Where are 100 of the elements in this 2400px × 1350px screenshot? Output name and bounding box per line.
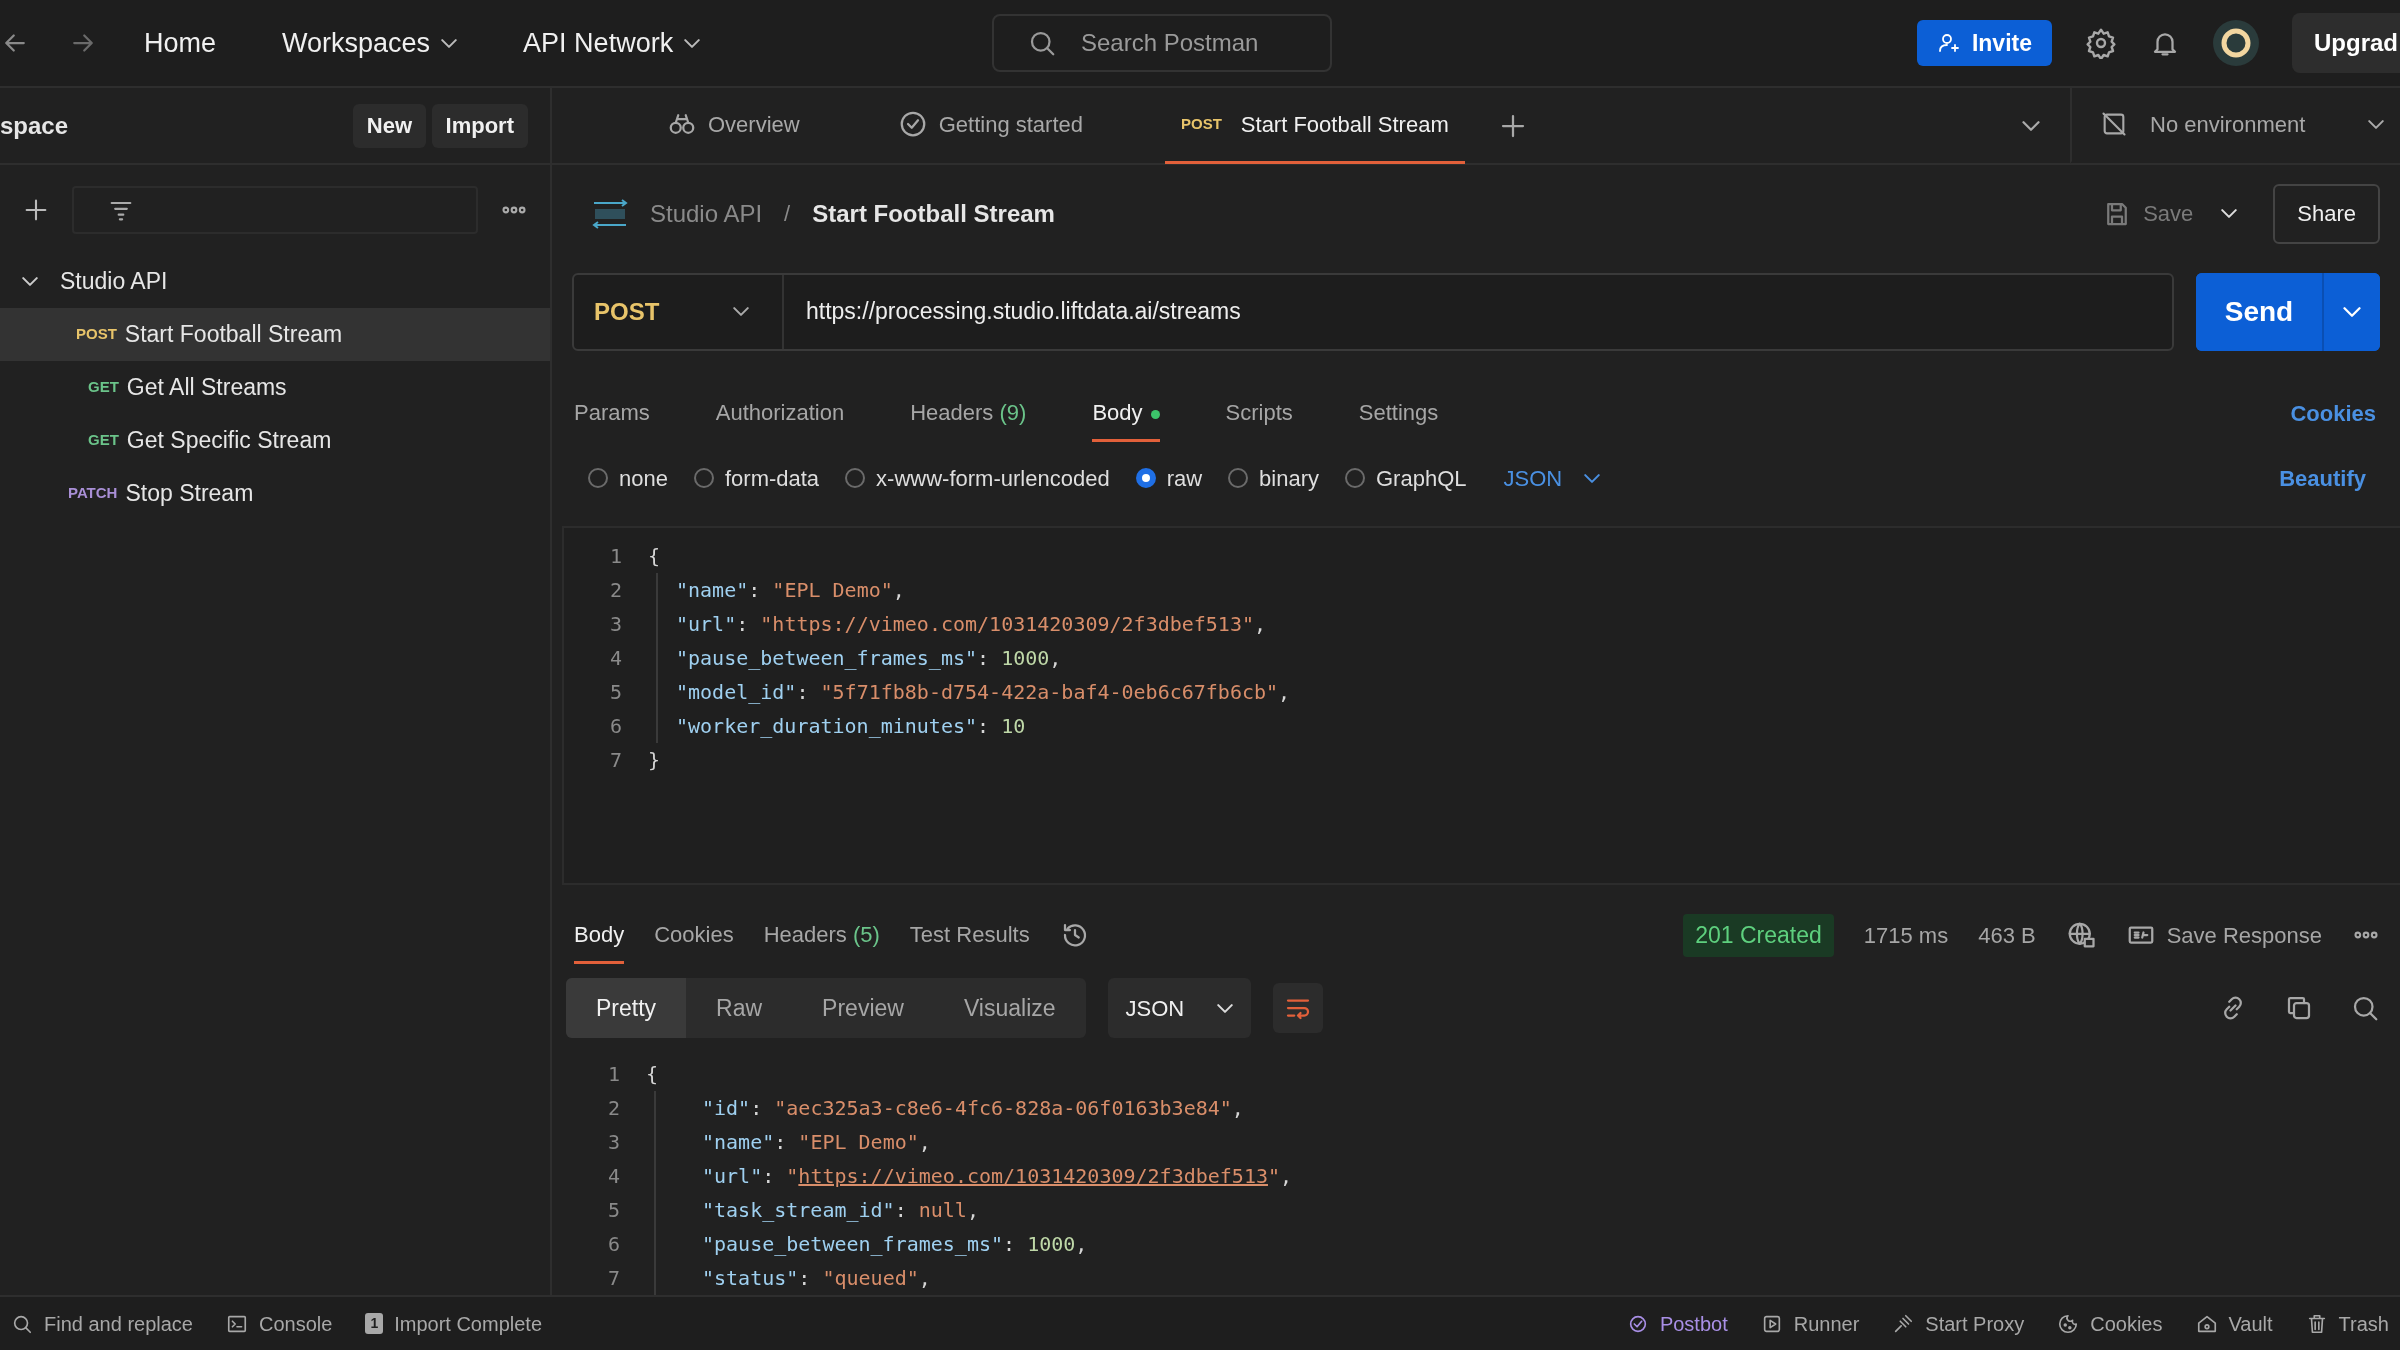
nav-menu[interactable]: API Network xyxy=(523,22,701,64)
line-number: 2 xyxy=(608,577,622,605)
nav-menu[interactable]: Home xyxy=(144,22,217,64)
save-response-button[interactable]: Save Response xyxy=(2125,918,2322,952)
line-number: 7 xyxy=(608,747,622,775)
chevron-icon xyxy=(2343,306,2361,317)
person-add-icon xyxy=(1936,31,1961,55)
avatar[interactable] xyxy=(2213,20,2259,66)
request-tab[interactable]: Params xyxy=(574,396,650,443)
status-bar-item[interactable]: Trash xyxy=(2305,1308,2389,1339)
format-dropdown[interactable]: JSON xyxy=(1107,978,1252,1039)
status-bar-item[interactable]: Find and replace xyxy=(11,1308,193,1339)
nav-menu[interactable]: Workspaces xyxy=(282,22,458,64)
breadcrumb-separator: / xyxy=(784,200,791,229)
request-tab[interactable]: Settings xyxy=(1358,396,1439,443)
radio-label: form-data xyxy=(724,464,820,493)
tab[interactable]: POST Start Football Stream xyxy=(1165,87,1465,164)
response-tab[interactable]: Cookies xyxy=(654,918,734,965)
code-line: "url": "https://vimeo.com/1031420309/2f3dbef513", xyxy=(676,611,1267,639)
breadcrumb-link[interactable]: Studio API xyxy=(650,195,763,232)
upgrade-button[interactable]: Upgrad xyxy=(2292,13,2400,73)
status-bar-item[interactable]: Cookies xyxy=(2057,1308,2163,1339)
code-line: "name": "EPL Demo", xyxy=(676,577,905,605)
request-bar[interactable]: POST https://processing.studio.liftdata.ai/streams xyxy=(572,272,2174,351)
filter-field[interactable] xyxy=(72,186,478,234)
response-size: 463 B xyxy=(1978,921,2036,950)
radio-button[interactable] xyxy=(845,468,866,489)
line-number: 3 xyxy=(608,611,622,639)
code-line: { xyxy=(648,543,661,571)
method-dropdown[interactable]: POST xyxy=(574,274,784,349)
line-number: 4 xyxy=(606,1163,620,1190)
http-icon xyxy=(592,198,628,229)
line-number: 1 xyxy=(606,1061,620,1088)
code-line: } xyxy=(648,747,661,775)
collection-item[interactable]: Studio API xyxy=(0,255,550,308)
tab[interactable]: Overview xyxy=(651,87,816,164)
radio-button[interactable] xyxy=(1345,468,1365,489)
language-dropdown[interactable]: JSON xyxy=(1503,461,1601,495)
line-number: 6 xyxy=(606,1231,620,1258)
save-button[interactable]: Save xyxy=(2096,196,2200,232)
status-badge: 201 Created xyxy=(1683,914,1834,957)
status-bar-item[interactable]: Start Proxy xyxy=(1892,1308,2025,1339)
invite-button[interactable]: Invite xyxy=(1916,20,2052,66)
view-tab[interactable]: Preview xyxy=(792,978,934,1039)
code-line: "model_id": "5f71fb8b-d754-422a-baf4-0eb6c67fb6cb", xyxy=(676,679,1291,707)
status-bar-item[interactable]: Postbot xyxy=(1626,1308,1728,1339)
search-field[interactable]: Search Postman xyxy=(992,14,1332,72)
save-menu-icon[interactable] xyxy=(2221,209,2238,219)
response-tab[interactable]: Headers (5) xyxy=(763,918,880,965)
status-bar-item[interactable]: Runner xyxy=(1760,1308,1860,1339)
code-line: "worker_duration_minutes": 10 xyxy=(676,713,1026,741)
tabs-menu-icon[interactable] xyxy=(2022,120,2040,131)
request-tab[interactable]: Authorization xyxy=(715,396,845,443)
request-tab[interactable]: Body xyxy=(1092,396,1160,443)
search-input[interactable]: Search Postman xyxy=(1079,24,1319,62)
tab[interactable]: Getting started xyxy=(881,87,1099,164)
radio-button[interactable] xyxy=(588,468,608,489)
code-line: "pause_between_frames_ms": 1000, xyxy=(702,1231,1088,1258)
wrap-lines-button[interactable] xyxy=(1273,983,1324,1034)
radio-label: GraphQL xyxy=(1376,464,1467,493)
code-line: { xyxy=(646,1061,659,1088)
response-time: 1715 ms xyxy=(1863,921,1949,950)
settings-icon[interactable] xyxy=(2085,27,2117,59)
line-number: 5 xyxy=(608,679,622,707)
radio-button[interactable] xyxy=(1228,468,1249,489)
request-item[interactable]: PATCH Stop Stream xyxy=(0,467,550,520)
status-bar-item[interactable]: Vault xyxy=(2195,1308,2273,1339)
chevron-icon xyxy=(2368,119,2384,129)
status-bar-item[interactable]: Console xyxy=(226,1308,333,1339)
request-tab[interactable]: Headers (9) xyxy=(910,396,1027,443)
cookies-link[interactable]: Cookies xyxy=(2290,397,2376,431)
line-number: 3 xyxy=(606,1129,620,1156)
code-line: "status": "queued", xyxy=(702,1265,931,1292)
request-tab[interactable]: Scripts xyxy=(1225,396,1293,443)
request-item[interactable]: GET Get Specific Stream xyxy=(0,414,550,467)
response-tab[interactable]: Body xyxy=(574,918,625,965)
environment-selector[interactable]: No environment xyxy=(2070,87,2400,164)
radio-label: none xyxy=(619,464,668,493)
line-number: 6 xyxy=(608,713,622,741)
new-button[interactable]: New xyxy=(352,103,427,148)
status-bar-item[interactable]: 1 Import Complete xyxy=(365,1308,542,1339)
view-tab[interactable]: Raw xyxy=(686,978,793,1039)
count-badge: 1 xyxy=(365,1313,384,1334)
radio-label: binary xyxy=(1259,464,1319,493)
workspace-title: space xyxy=(0,110,69,141)
response-tab[interactable]: Test Results xyxy=(909,918,1030,965)
code-line: "url": "https://vimeo.com/1031420309/2f3dbef513", xyxy=(702,1163,1293,1190)
beautify-link[interactable]: Beautify xyxy=(2279,461,2366,495)
view-tab[interactable]: Visualize xyxy=(933,978,1086,1039)
share-button[interactable]: Share xyxy=(2273,183,2380,244)
import-button[interactable]: Import xyxy=(431,103,528,148)
radio-button[interactable] xyxy=(1135,468,1156,489)
request-item[interactable]: GET Get All Streams xyxy=(0,361,550,414)
url-field[interactable]: https://processing.studio.liftdata.ai/streams xyxy=(784,294,2172,329)
chevron-icon xyxy=(733,307,749,317)
request-item[interactable]: POST Start Football Stream xyxy=(0,308,550,361)
view-tab[interactable]: Pretty xyxy=(566,978,687,1039)
chevron-icon xyxy=(1217,1003,1234,1013)
code-line: "task_stream_id": null, xyxy=(702,1197,979,1224)
radio-button[interactable] xyxy=(693,468,714,489)
